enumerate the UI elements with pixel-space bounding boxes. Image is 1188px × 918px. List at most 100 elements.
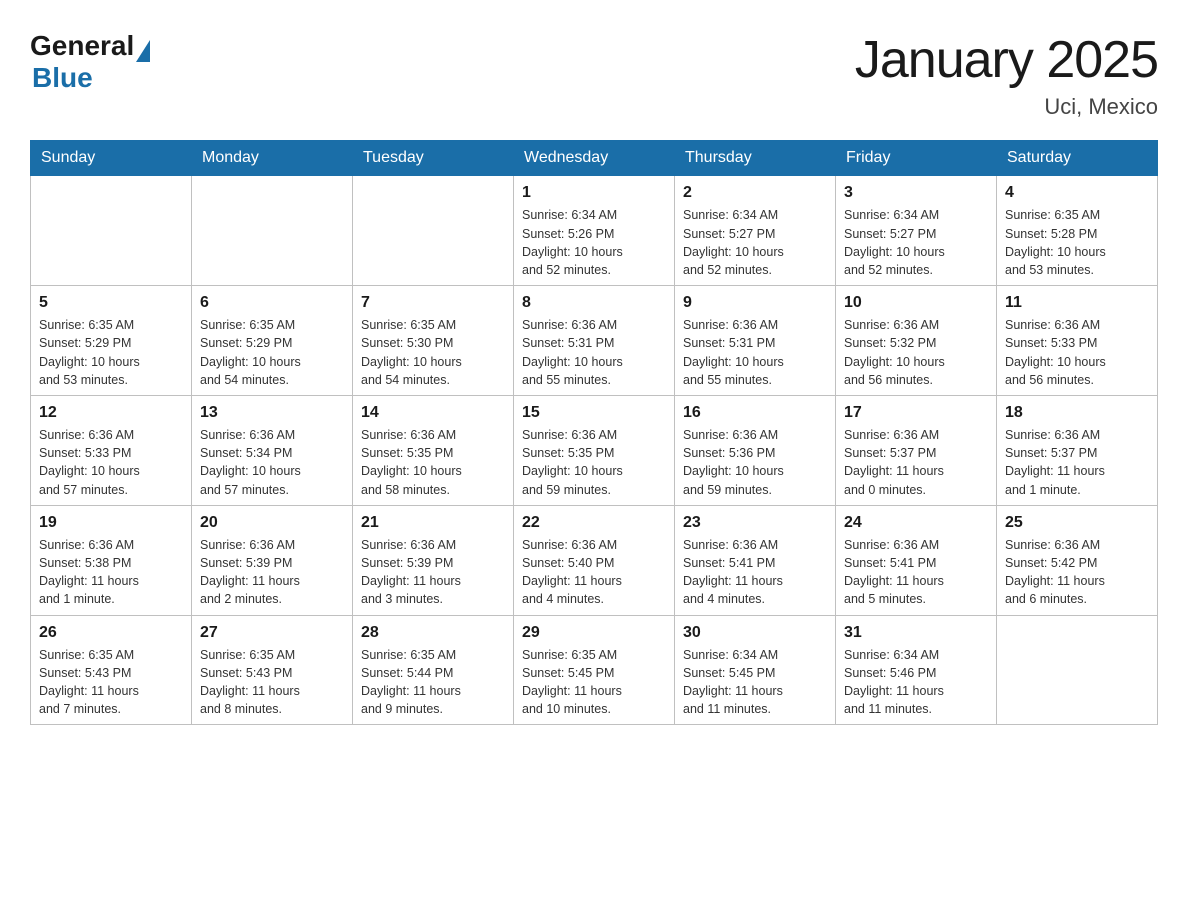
day-info: Sunrise: 6:36 AM Sunset: 5:40 PM Dayligh… (522, 536, 666, 609)
calendar-cell: 24Sunrise: 6:36 AM Sunset: 5:41 PM Dayli… (836, 505, 997, 615)
day-info: Sunrise: 6:36 AM Sunset: 5:39 PM Dayligh… (361, 536, 505, 609)
day-info: Sunrise: 6:36 AM Sunset: 5:37 PM Dayligh… (1005, 426, 1149, 499)
title-section: January 2025 Uci, Mexico (855, 30, 1158, 120)
day-number: 17 (844, 402, 988, 424)
day-info: Sunrise: 6:36 AM Sunset: 5:35 PM Dayligh… (522, 426, 666, 499)
column-header-thursday: Thursday (675, 141, 836, 176)
day-info: Sunrise: 6:34 AM Sunset: 5:26 PM Dayligh… (522, 206, 666, 279)
day-info: Sunrise: 6:36 AM Sunset: 5:42 PM Dayligh… (1005, 536, 1149, 609)
calendar-cell: 19Sunrise: 6:36 AM Sunset: 5:38 PM Dayli… (31, 505, 192, 615)
day-number: 24 (844, 512, 988, 534)
calendar-cell (31, 176, 192, 286)
calendar-week-row: 19Sunrise: 6:36 AM Sunset: 5:38 PM Dayli… (31, 505, 1158, 615)
day-info: Sunrise: 6:36 AM Sunset: 5:36 PM Dayligh… (683, 426, 827, 499)
calendar-cell: 8Sunrise: 6:36 AM Sunset: 5:31 PM Daylig… (514, 285, 675, 395)
calendar-cell: 28Sunrise: 6:35 AM Sunset: 5:44 PM Dayli… (353, 615, 514, 725)
day-number: 13 (200, 402, 344, 424)
day-number: 23 (683, 512, 827, 534)
calendar-week-row: 1Sunrise: 6:34 AM Sunset: 5:26 PM Daylig… (31, 176, 1158, 286)
calendar-cell: 31Sunrise: 6:34 AM Sunset: 5:46 PM Dayli… (836, 615, 997, 725)
day-info: Sunrise: 6:35 AM Sunset: 5:29 PM Dayligh… (200, 316, 344, 389)
calendar-cell: 27Sunrise: 6:35 AM Sunset: 5:43 PM Dayli… (192, 615, 353, 725)
day-info: Sunrise: 6:36 AM Sunset: 5:39 PM Dayligh… (200, 536, 344, 609)
month-title: January 2025 (855, 30, 1158, 90)
day-number: 21 (361, 512, 505, 534)
day-number: 19 (39, 512, 183, 534)
calendar-cell: 11Sunrise: 6:36 AM Sunset: 5:33 PM Dayli… (997, 285, 1158, 395)
location-label: Uci, Mexico (855, 94, 1158, 120)
day-number: 2 (683, 182, 827, 204)
day-info: Sunrise: 6:35 AM Sunset: 5:28 PM Dayligh… (1005, 206, 1149, 279)
calendar-week-row: 26 Sunrise: 6:35 AM Sunset: 5:43 PM Dayli… (31, 615, 1158, 725)
calendar-week-row: 5Sunrise: 6:35 AM Sunset: 5:29 PM Daylig… (31, 285, 1158, 395)
day-number: 10 (844, 292, 988, 314)
day-number: 6 (200, 292, 344, 314)
day-number: 5 (39, 292, 183, 314)
calendar-week-row: 12Sunrise: 6:36 AM Sunset: 5:33 PM Dayli… (31, 395, 1158, 505)
day-number: 22 (522, 512, 666, 534)
calendar-cell (192, 176, 353, 286)
day-number: 27 (200, 622, 344, 644)
column-header-wednesday: Wednesday (514, 141, 675, 176)
calendar-cell: 25Sunrise: 6:36 AM Sunset: 5:42 PM Dayli… (997, 505, 1158, 615)
day-number: 16 (683, 402, 827, 424)
calendar-cell: 30Sunrise: 6:34 AM Sunset: 5:45 PM Dayli… (675, 615, 836, 725)
day-info: Sunrise: 6:36 AM Sunset: 5:32 PM Dayligh… (844, 316, 988, 389)
day-number: 29 (522, 622, 666, 644)
day-info: Sunrise: 6:36 AM Sunset: 5:34 PM Dayligh… (200, 426, 344, 499)
calendar-cell: 29Sunrise: 6:35 AM Sunset: 5:45 PM Dayli… (514, 615, 675, 725)
day-number: 26 (39, 622, 183, 644)
calendar-cell: 26Sunrise: 6:35 AM Sunset: 5:43 PM Dayli… (31, 615, 192, 725)
calendar-cell: 17Sunrise: 6:36 AM Sunset: 5:37 PM Dayli… (836, 395, 997, 505)
calendar-cell: 4Sunrise: 6:35 AM Sunset: 5:28 PM Daylig… (997, 176, 1158, 286)
calendar-cell (353, 176, 514, 286)
calendar-cell: 15Sunrise: 6:36 AM Sunset: 5:35 PM Dayli… (514, 395, 675, 505)
calendar-cell: 6Sunrise: 6:35 AM Sunset: 5:29 PM Daylig… (192, 285, 353, 395)
day-number: 7 (361, 292, 505, 314)
day-info: Sunrise: 6:36 AM Sunset: 5:33 PM Dayligh… (39, 426, 183, 499)
day-info: Sunrise: 6:35 AM Sunset: 5:29 PM Dayligh… (39, 316, 183, 389)
day-info: Sunrise: 6:34 AM Sunset: 5:45 PM Dayligh… (683, 646, 827, 719)
day-number: 25 (1005, 512, 1149, 534)
day-info: Sunrise: 6:35 AM Sunset: 5:43 PM Dayligh… (200, 646, 344, 719)
day-info: Sunrise: 6:36 AM Sunset: 5:31 PM Dayligh… (683, 316, 827, 389)
day-number: 4 (1005, 182, 1149, 204)
day-number: 8 (522, 292, 666, 314)
day-info: Sunrise: 6:36 AM Sunset: 5:37 PM Dayligh… (844, 426, 988, 499)
calendar-cell: 7Sunrise: 6:35 AM Sunset: 5:30 PM Daylig… (353, 285, 514, 395)
logo-blue-text: Blue (32, 62, 93, 94)
day-info: Sunrise: 6:35 AM Sunset: 5:45 PM Dayligh… (522, 646, 666, 719)
calendar-table: SundayMondayTuesdayWednesdayThursdayFrid… (30, 140, 1158, 725)
calendar-cell: 18Sunrise: 6:36 AM Sunset: 5:37 PM Dayli… (997, 395, 1158, 505)
column-header-saturday: Saturday (997, 141, 1158, 176)
day-number: 1 (522, 182, 666, 204)
day-info: Sunrise: 6:34 AM Sunset: 5:27 PM Dayligh… (683, 206, 827, 279)
calendar-cell: 1Sunrise: 6:34 AM Sunset: 5:26 PM Daylig… (514, 176, 675, 286)
calendar-cell (997, 615, 1158, 725)
day-info: Sunrise: 6:35 AM Sunset: 5:30 PM Dayligh… (361, 316, 505, 389)
calendar-cell: 13Sunrise: 6:36 AM Sunset: 5:34 PM Dayli… (192, 395, 353, 505)
column-header-monday: Monday (192, 141, 353, 176)
calendar-cell: 14Sunrise: 6:36 AM Sunset: 5:35 PM Dayli… (353, 395, 514, 505)
day-number: 15 (522, 402, 666, 424)
day-number: 28 (361, 622, 505, 644)
day-info: Sunrise: 6:35 AM Sunset: 5:44 PM Dayligh… (361, 646, 505, 719)
day-info: Sunrise: 6:36 AM Sunset: 5:41 PM Dayligh… (683, 536, 827, 609)
day-number: 20 (200, 512, 344, 534)
day-number: 31 (844, 622, 988, 644)
calendar-cell: 16Sunrise: 6:36 AM Sunset: 5:36 PM Dayli… (675, 395, 836, 505)
column-header-friday: Friday (836, 141, 997, 176)
day-info: Sunrise: 6:36 AM Sunset: 5:31 PM Dayligh… (522, 316, 666, 389)
day-number: 11 (1005, 292, 1149, 314)
day-info: Sunrise: 6:34 AM Sunset: 5:46 PM Dayligh… (844, 646, 988, 719)
day-info: Sunrise: 6:36 AM Sunset: 5:33 PM Dayligh… (1005, 316, 1149, 389)
column-header-sunday: Sunday (31, 141, 192, 176)
day-number: 14 (361, 402, 505, 424)
calendar-cell: 9Sunrise: 6:36 AM Sunset: 5:31 PM Daylig… (675, 285, 836, 395)
calendar-cell: 5Sunrise: 6:35 AM Sunset: 5:29 PM Daylig… (31, 285, 192, 395)
calendar-cell: 21Sunrise: 6:36 AM Sunset: 5:39 PM Dayli… (353, 505, 514, 615)
day-number: 3 (844, 182, 988, 204)
day-number: 9 (683, 292, 827, 314)
day-info: Sunrise: 6:36 AM Sunset: 5:38 PM Dayligh… (39, 536, 183, 609)
logo-triangle-icon (136, 40, 150, 62)
